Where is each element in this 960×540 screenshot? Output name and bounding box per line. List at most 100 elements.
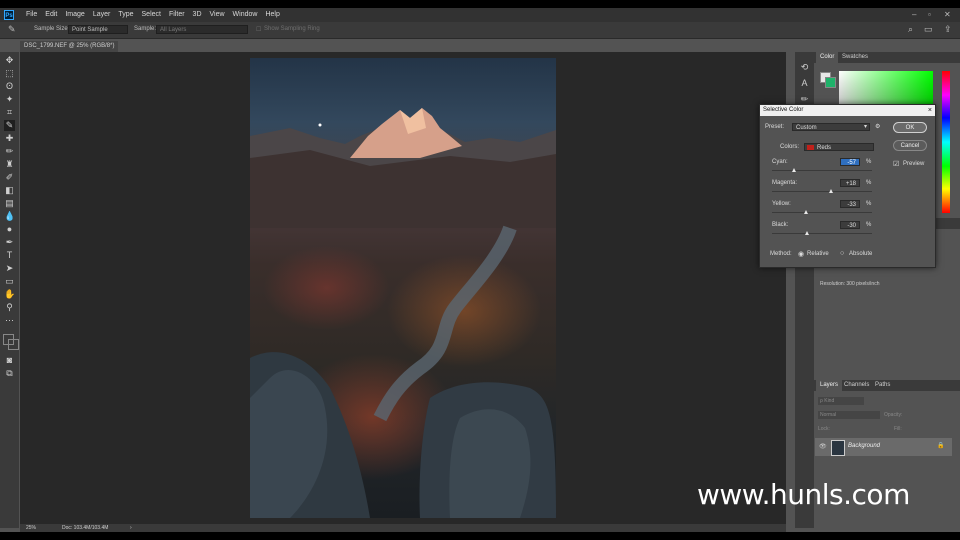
preview-checkbox[interactable]: ☑	[893, 160, 899, 168]
layer-name[interactable]: Background	[848, 443, 880, 449]
blend-mode-select[interactable]: Normal	[818, 411, 880, 419]
slider-thumb[interactable]	[805, 231, 809, 235]
menu-window[interactable]: Window	[229, 8, 262, 22]
slider-value-field[interactable]: -33	[840, 200, 860, 208]
slider-value-field[interactable]: -30	[840, 221, 860, 229]
preset-options-gear-icon[interactable]: ⚙	[875, 123, 880, 130]
sample-size-select[interactable]: Point Sample	[68, 25, 128, 34]
menu-type[interactable]: Type	[114, 8, 137, 22]
sample-select[interactable]: All Layers	[156, 25, 248, 34]
sample-label: Sample:	[134, 26, 157, 32]
sample-size-label: Sample Size:	[34, 26, 70, 32]
layer-row-background[interactable]: 👁 Background 🔒	[815, 438, 952, 456]
zoom-tool-icon[interactable]: ⚲	[4, 302, 15, 313]
dodge-tool-icon[interactable]: ●	[4, 224, 15, 235]
marquee-tool-icon[interactable]: ⬚	[4, 68, 15, 79]
screen-mode-icon[interactable]: ⧉	[4, 368, 15, 379]
slider-track[interactable]	[772, 233, 872, 234]
minimize-icon[interactable]: –	[912, 10, 916, 19]
show-sampling-ring-label: Show Sampling Ring	[264, 26, 320, 32]
status-menu-arrow-icon[interactable]: ›	[130, 525, 132, 531]
brush-tool-icon[interactable]: ✏	[4, 146, 15, 157]
dialog-title-bar[interactable]: Selective Color ×	[760, 105, 935, 116]
tab-paths[interactable]: Paths	[871, 380, 894, 391]
slider-track[interactable]	[772, 170, 872, 171]
tab-swatches[interactable]: Swatches	[838, 52, 872, 63]
dialog-title: Selective Color	[763, 107, 804, 113]
type-tool-icon[interactable]: T	[4, 250, 15, 261]
colors-label: Colors:	[780, 144, 800, 150]
relative-radio[interactable]: ◉	[798, 250, 804, 258]
menu-image[interactable]: Image	[61, 8, 88, 22]
healing-brush-tool-icon[interactable]: ✚	[4, 133, 15, 144]
slider-thumb[interactable]	[829, 189, 833, 193]
history-brush-tool-icon[interactable]: ✐	[4, 172, 15, 183]
tab-channels[interactable]: Channels	[840, 380, 873, 391]
history-panel-icon[interactable]: ⟲	[799, 62, 810, 73]
quick-mask-icon[interactable]: ◙	[4, 355, 15, 366]
layer-visibility-eye-icon[interactable]: 👁	[819, 443, 827, 450]
absolute-radio[interactable]: ○	[840, 250, 844, 257]
photoshop-logo-icon: Ps	[4, 10, 14, 20]
eyedropper-tool-icon[interactable]: ✎	[4, 120, 15, 131]
menu-layer[interactable]: Layer	[89, 8, 115, 22]
slider-label: Black:	[772, 222, 789, 228]
fill-label: Fill:	[894, 426, 902, 432]
workspace-icon[interactable]: ▭	[924, 24, 933, 35]
eraser-tool-icon[interactable]: ◧	[4, 185, 15, 196]
colors-select[interactable]: Reds	[804, 143, 874, 151]
slider-value-field[interactable]: +18	[840, 179, 860, 187]
menu-3d[interactable]: 3D	[189, 8, 206, 22]
menu-edit[interactable]: Edit	[41, 8, 61, 22]
blur-tool-icon[interactable]: 💧	[4, 211, 15, 222]
show-sampling-ring-checkbox[interactable]: ☐	[256, 26, 261, 33]
preset-select[interactable]: Custom	[792, 123, 870, 131]
selective-color-dialog: Selective Color × Preset: Custom ▾ ⚙ Col…	[759, 104, 936, 268]
relative-label: Relative	[807, 251, 829, 257]
dialog-close-icon[interactable]: ×	[928, 105, 932, 116]
more-tools-icon[interactable]: ⋯	[4, 315, 15, 326]
eyedropper-icon[interactable]: ✎	[8, 24, 16, 35]
search-icon[interactable]: ⌕	[908, 24, 913, 35]
hand-tool-icon[interactable]: ✋	[4, 289, 15, 300]
document-tab[interactable]: DSC_1799.NEF @ 25% (RGB/8*) ×	[20, 41, 118, 60]
cancel-button[interactable]: Cancel	[893, 140, 927, 151]
zoom-level[interactable]: 25%	[26, 525, 36, 531]
character-panel-icon[interactable]: A	[799, 78, 810, 89]
watermark-text: www.hunls.com	[697, 478, 910, 511]
menu-filter[interactable]: Filter	[165, 8, 189, 22]
menu-file[interactable]: File	[22, 8, 41, 22]
pen-tool-icon[interactable]: ✒	[4, 237, 15, 248]
tab-color[interactable]: Color	[816, 52, 839, 63]
tab-layers[interactable]: Layers	[816, 380, 843, 391]
clone-stamp-tool-icon[interactable]: ♜	[4, 159, 15, 170]
maximize-icon[interactable]: ▫	[928, 10, 931, 19]
menu-help[interactable]: Help	[261, 8, 283, 22]
shape-tool-icon[interactable]: ▭	[4, 276, 15, 287]
document-image[interactable]	[250, 58, 556, 518]
share-icon[interactable]: ⇪	[944, 24, 952, 35]
lasso-tool-icon[interactable]: ʘ	[4, 81, 15, 92]
color-panel-tabs: Color Swatches	[814, 52, 960, 63]
preset-dropdown-chevron-icon[interactable]: ▾	[864, 123, 867, 130]
menu-bar: Ps File Edit Image Layer Type Select Fil…	[0, 8, 960, 22]
ok-button[interactable]: OK	[893, 122, 927, 133]
hue-slider[interactable]	[942, 71, 950, 213]
quick-selection-tool-icon[interactable]: ✦	[4, 94, 15, 105]
doc-size-info: Doc: 103.4M/103.4M	[62, 525, 109, 531]
menu-select[interactable]: Select	[138, 8, 165, 22]
background-color-chip[interactable]	[825, 77, 836, 88]
slider-thumb[interactable]	[791, 168, 796, 172]
path-selection-tool-icon[interactable]: ➤	[4, 263, 15, 274]
close-icon[interactable]: ✕	[944, 10, 951, 19]
slider-track[interactable]	[772, 212, 872, 213]
slider-value-field[interactable]: -57	[840, 158, 860, 166]
crop-tool-icon[interactable]: ⌗	[4, 107, 15, 118]
move-tool-icon[interactable]: ✥	[4, 55, 15, 66]
slider-track[interactable]	[772, 191, 872, 192]
layer-filter-kind[interactable]: ρ Kind	[818, 397, 864, 405]
menu-view[interactable]: View	[206, 8, 229, 22]
gradient-tool-icon[interactable]: ▤	[4, 198, 15, 209]
background-color-swatch[interactable]	[8, 339, 19, 350]
slider-thumb[interactable]	[803, 210, 808, 214]
